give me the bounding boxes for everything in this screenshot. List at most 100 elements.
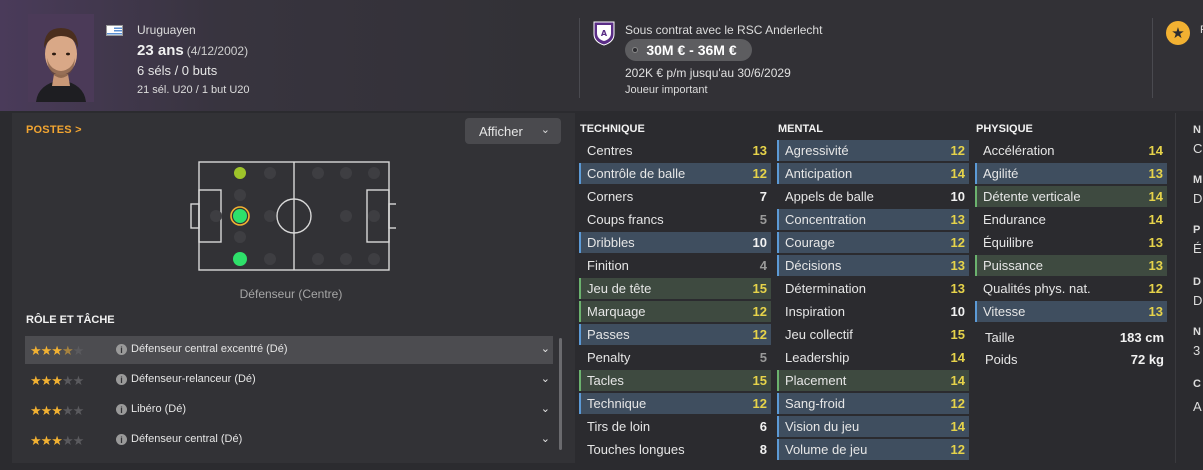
right-info-value: C xyxy=(1193,141,1203,156)
attribute-row[interactable]: Tacles 15 xyxy=(579,370,771,391)
attribute-row[interactable]: Contrôle de balle 12 xyxy=(579,163,771,184)
contract-info[interactable]: Sous contrat avec le RSC Anderlecht xyxy=(625,23,822,37)
attribute-row[interactable]: Agilité 13 xyxy=(975,163,1167,184)
physique-title: PHYSIQUE xyxy=(976,123,1033,135)
nationality: Uruguayen xyxy=(137,23,196,37)
attribute-row[interactable]: Décisions 13 xyxy=(777,255,969,276)
u20-caps[interactable]: 21 sél. U20 / 1 but U20 xyxy=(137,84,250,96)
attribute-name: Contrôle de balle xyxy=(587,166,686,181)
right-info-label: M xyxy=(1193,174,1203,186)
attribute-row[interactable]: Sang-froid 12 xyxy=(777,393,969,414)
role-row[interactable]: ★★★★★ i Défenseur-relanceur (Dé) ⌄ xyxy=(25,366,553,394)
attribute-row[interactable]: Tirs de loin 6 xyxy=(579,416,771,437)
role-row[interactable]: ★★★★★ i Libéro (Dé) ⌄ xyxy=(25,396,553,424)
attribute-row[interactable]: Leadership 14 xyxy=(777,347,969,368)
attribute-row[interactable]: Touches longues 8 xyxy=(579,439,771,460)
attribute-row[interactable]: Finition 4 xyxy=(579,255,771,276)
attribute-name: Appels de balle xyxy=(785,189,874,204)
role-row[interactable]: ★★★★★ i Défenseur central (Dé) ⌄ xyxy=(25,426,553,454)
attribute-row[interactable]: Volume de jeu 12 xyxy=(777,439,969,460)
attribute-name: Coups francs xyxy=(587,212,664,227)
attribute-row[interactable]: Vitesse 13 xyxy=(975,301,1167,322)
attribute-row[interactable]: Endurance 14 xyxy=(975,209,1167,230)
attribute-row[interactable]: Dribbles 10 xyxy=(579,232,771,253)
attribute-name: Sang-froid xyxy=(785,396,845,411)
attribute-row[interactable]: Anticipation 14 xyxy=(777,163,969,184)
attribute-value: 13 xyxy=(1148,166,1163,181)
player-age: 23 ans (4/12/2002) xyxy=(137,42,248,59)
attribute-value: 13 xyxy=(1148,258,1163,273)
attribute-name: Centres xyxy=(587,143,633,158)
chevron-down-icon[interactable]: ⌄ xyxy=(541,372,550,385)
right-info-label: D xyxy=(1193,276,1201,288)
transfer-value: 30M € - 36M € xyxy=(646,42,737,58)
attribute-value: 13 xyxy=(950,212,965,227)
attribute-row[interactable]: Vision du jeu 14 xyxy=(777,416,969,437)
attribute-value: 12 xyxy=(1148,281,1163,296)
transfer-value-badge[interactable]: 30M € - 36M € xyxy=(625,39,752,61)
chevron-down-icon: ⌄ xyxy=(540,124,550,136)
attribute-value: 10 xyxy=(950,304,965,319)
attribute-name: Placement xyxy=(785,373,847,388)
attribute-row[interactable]: Inspiration 10 xyxy=(777,301,969,322)
attribute-row[interactable]: Jeu de tête 15 xyxy=(579,278,771,299)
attribute-row[interactable]: Penalty 5 xyxy=(579,347,771,368)
attribute-row[interactable]: Agressivité 12 xyxy=(777,140,969,161)
price-tag-icon xyxy=(632,47,638,53)
attribute-row[interactable]: Détermination 13 xyxy=(777,278,969,299)
attribute-value: 10 xyxy=(950,189,965,204)
info-icon[interactable]: i xyxy=(116,434,127,445)
info-icon[interactable]: i xyxy=(116,404,127,415)
role-row[interactable]: ★★★★★ i Défenseur central excentré (Dé) … xyxy=(25,336,553,364)
attribute-name: Corners xyxy=(587,189,634,204)
attribute-row[interactable]: Appels de balle 10 xyxy=(777,186,969,207)
attribute-row[interactable]: Concentration 13 xyxy=(777,209,969,230)
attribute-name: Décisions xyxy=(785,258,842,273)
attribute-value: 12 xyxy=(752,304,767,319)
attribute-name: Penalty xyxy=(587,350,631,365)
attribute-value: 12 xyxy=(950,396,965,411)
attribute-row[interactable]: Coups francs 5 xyxy=(579,209,771,230)
attribute-row[interactable]: Marquage 12 xyxy=(579,301,771,322)
chevron-down-icon[interactable]: ⌄ xyxy=(541,402,550,415)
attribute-row[interactable]: Jeu collectif 15 xyxy=(777,324,969,345)
squad-status: Joueur important xyxy=(625,84,708,96)
attribute-row[interactable]: Placement 14 xyxy=(777,370,969,391)
role-rating-stars: ★★★★★ xyxy=(30,373,84,388)
attribute-row[interactable]: Accélération 14 xyxy=(975,140,1167,161)
international-caps[interactable]: 6 séls / 0 buts xyxy=(137,63,217,78)
info-icon[interactable]: i xyxy=(116,344,127,355)
attribute-row[interactable]: Courage 12 xyxy=(777,232,969,253)
attribute-row[interactable]: Détente verticale 14 xyxy=(975,186,1167,207)
star-icon[interactable]: ★ xyxy=(1166,21,1190,45)
chevron-down-icon[interactable]: ⌄ xyxy=(541,432,550,445)
attribute-name: Technique xyxy=(587,396,647,411)
attribute-name: Jeu collectif xyxy=(785,327,853,342)
position-pitch[interactable] xyxy=(186,160,398,272)
attribute-row[interactable]: Qualités phys. nat. 12 xyxy=(975,278,1167,299)
attribute-row[interactable]: Équilibre 13 xyxy=(975,232,1167,253)
attribute-row[interactable]: Puissance 13 xyxy=(975,255,1167,276)
right-info-value: É xyxy=(1193,241,1202,256)
attribute-name: Passes xyxy=(587,327,630,342)
svg-text:A: A xyxy=(601,29,608,38)
attribute-name: Vision du jeu xyxy=(785,419,860,434)
attribute-row[interactable]: Centres 13 xyxy=(579,140,771,161)
positions-link[interactable]: POSTES > xyxy=(26,124,82,136)
display-dropdown[interactable]: Afficher ⌄ xyxy=(465,118,561,144)
attribute-row[interactable]: Passes 12 xyxy=(579,324,771,345)
attribute-value: 15 xyxy=(752,281,767,296)
attribute-value: 14 xyxy=(1148,212,1163,227)
right-info-label: N xyxy=(1193,326,1201,338)
attribute-row[interactable]: Technique 12 xyxy=(579,393,771,414)
info-icon[interactable]: i xyxy=(116,374,127,385)
attribute-value: 5 xyxy=(759,350,767,365)
roles-scrollbar[interactable] xyxy=(559,338,562,450)
attribute-value: 12 xyxy=(950,235,965,250)
attribute-name: Finition xyxy=(587,258,629,273)
club-crest-icon[interactable]: A xyxy=(593,20,615,46)
chevron-down-icon[interactable]: ⌄ xyxy=(541,342,550,355)
attribute-name: Touches longues xyxy=(587,442,685,457)
position-label: Défenseur (Centre) xyxy=(239,287,343,301)
attribute-row[interactable]: Corners 7 xyxy=(579,186,771,207)
